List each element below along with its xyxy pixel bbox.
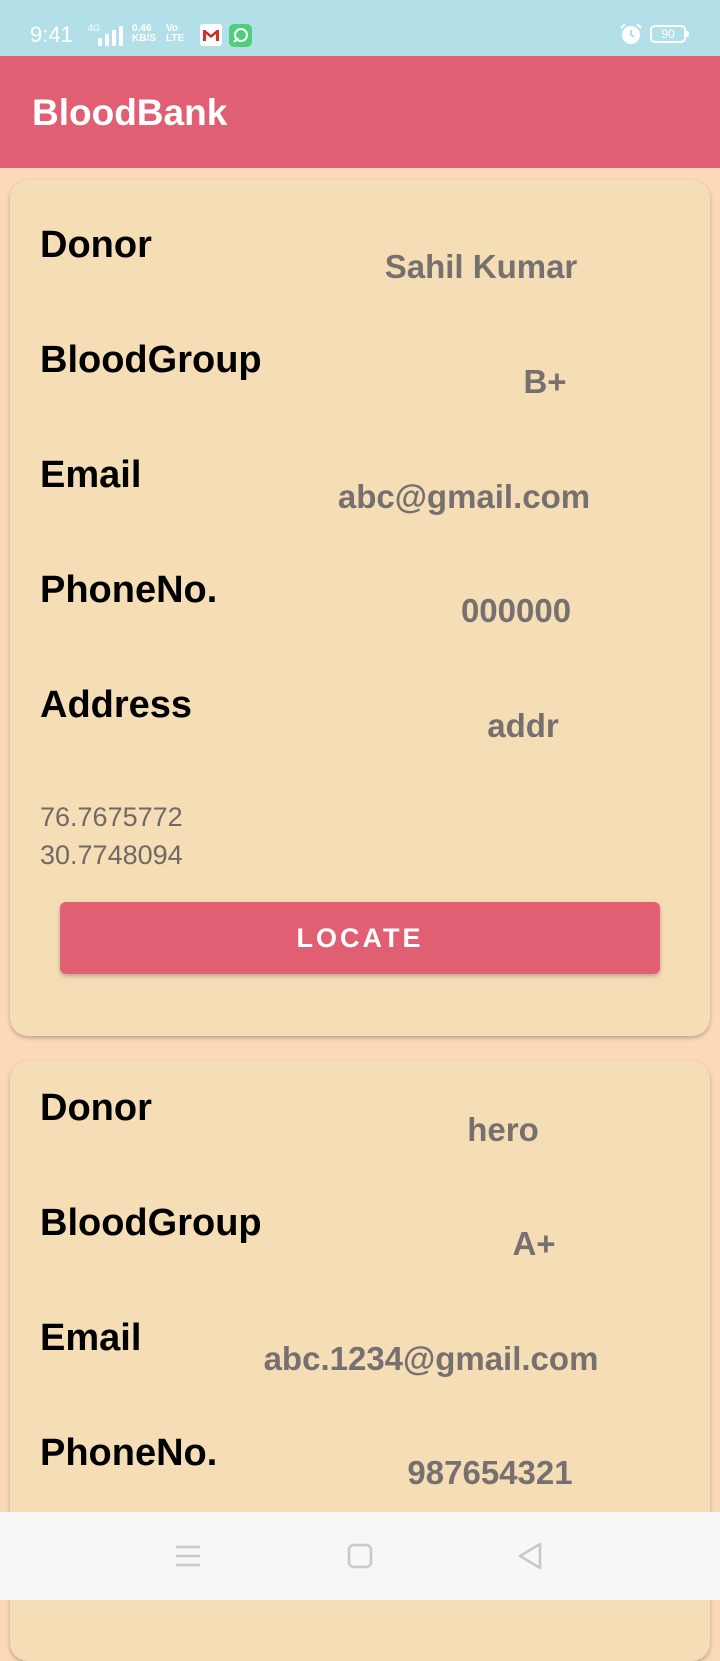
network-speed: 0.46 KB/S <box>132 24 156 44</box>
menu-icon[interactable] <box>164 1532 212 1580</box>
signal-icon <box>98 26 123 46</box>
gmail-icon <box>200 24 222 46</box>
coordinates: 76.7675772 30.7748094 <box>40 798 183 874</box>
phone-value: 987654321 <box>407 1454 573 1491</box>
blood-group-label: BloodGroup <box>40 1202 262 1244</box>
app-bar: BloodBank <box>0 56 720 168</box>
donor-label: Donor <box>40 1087 152 1129</box>
donor-name: Sahil Kumar <box>384 248 578 285</box>
app-title: BloodBank <box>32 92 228 133</box>
donor-label: Donor <box>40 224 152 266</box>
email-label: Email <box>40 1317 142 1359</box>
email-value: abc@gmail.com <box>337 478 591 515</box>
speed-unit: KB/S <box>132 33 156 44</box>
battery-level: 90 <box>661 27 675 41</box>
address-value: addr <box>487 707 559 744</box>
donor-card: Donor Sahil Kumar BloodGroup B+ Email ab… <box>10 180 710 1036</box>
volte-bottom: LTE <box>166 33 185 44</box>
status-bar: 9:41 4G 0.46 KB/S Vo LTE 90 <box>0 0 720 56</box>
phone-value: 000000 <box>460 592 572 629</box>
locate-button[interactable]: LOCATE <box>60 902 660 974</box>
blood-group-value: B+ <box>523 363 567 400</box>
battery-icon: 90 <box>650 25 689 43</box>
blood-group-value: A+ <box>512 1225 556 1262</box>
back-icon[interactable] <box>506 1532 554 1580</box>
home-icon[interactable] <box>336 1532 384 1580</box>
volte-indicator: Vo LTE <box>166 24 184 44</box>
email-value: abc.1234@gmail.com <box>263 1340 599 1377</box>
latitude-value: 30.7748094 <box>40 840 183 870</box>
longitude-value: 76.7675772 <box>40 802 183 832</box>
alarm-icon <box>620 23 642 44</box>
phone-label: PhoneNo. <box>40 569 218 611</box>
donor-name: hero <box>467 1111 539 1148</box>
navigation-bar <box>0 1512 720 1600</box>
phone-label: PhoneNo. <box>40 1432 218 1474</box>
address-label: Address <box>40 684 193 726</box>
status-time: 9:41 <box>30 22 73 47</box>
blood-group-label: BloodGroup <box>40 339 262 381</box>
app-notification-icon <box>229 24 252 47</box>
email-label: Email <box>40 454 142 496</box>
